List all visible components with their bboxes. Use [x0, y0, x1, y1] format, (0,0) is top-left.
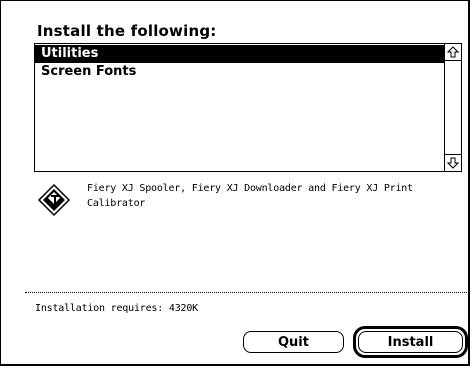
installer-dialog: Install the following: Utilities Screen …	[0, 0, 470, 366]
quit-button[interactable]: Quit	[243, 331, 344, 353]
scroll-down-arrow-icon[interactable]	[445, 154, 461, 171]
install-list[interactable]: Utilities Screen Fonts	[34, 43, 462, 172]
scroll-up-arrow-icon[interactable]	[445, 44, 461, 61]
list-item-utilities[interactable]: Utilities	[35, 45, 444, 63]
separator	[25, 292, 469, 293]
application-icon	[37, 183, 71, 217]
list-scrollbar[interactable]	[444, 44, 461, 171]
heading: Install the following:	[37, 22, 217, 40]
component-description: Fiery XJ Spooler, Fiery XJ Downloader an…	[87, 183, 413, 209]
installation-requirement: Installation requires: 4320K	[35, 303, 198, 314]
list-item-screen-fonts[interactable]: Screen Fonts	[35, 63, 444, 81]
install-button[interactable]: Install	[358, 331, 463, 353]
